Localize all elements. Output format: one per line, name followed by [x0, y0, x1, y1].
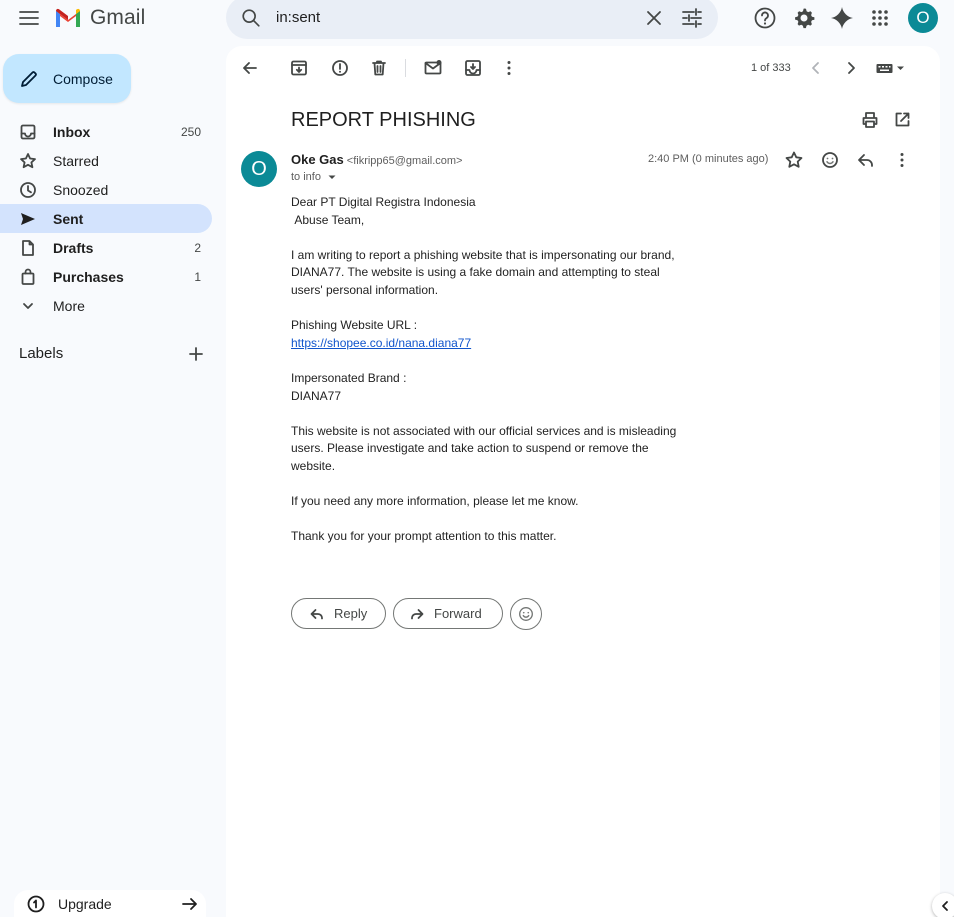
- body-paragraph: Thank you for your prompt attention to t…: [291, 529, 557, 544]
- chevron-left-icon: [942, 901, 948, 911]
- sidebar-item-starred[interactable]: Starred: [0, 146, 212, 175]
- unread-count: 250: [180, 124, 201, 139]
- reply-icon: [310, 608, 323, 619]
- emoji-reaction-icon[interactable]: [820, 150, 840, 170]
- sender-info: Oke Gas <fikripp65@gmail.com>: [291, 152, 462, 167]
- sender-email: <fikripp65@gmail.com>: [346, 155, 463, 167]
- body-paragraph: I am writing to report a phishing websit…: [291, 247, 678, 297]
- sidebar-item-drafts[interactable]: Drafts 2: [0, 233, 212, 262]
- compose-label: Compose: [53, 70, 113, 87]
- body-greeting-team: Abuse Team,: [291, 212, 365, 227]
- draft-count: 2: [194, 240, 201, 255]
- chevron-down-icon: [23, 302, 33, 309]
- more-vert-icon[interactable]: [499, 58, 519, 78]
- move-to-icon[interactable]: [463, 58, 483, 78]
- body-brand-label: Impersonated Brand :: [291, 370, 407, 385]
- print-icon[interactable]: [860, 110, 880, 130]
- body-greeting: Dear PT Digital Registra Indonesia: [291, 195, 476, 209]
- gemini-sparkle-icon[interactable]: [829, 5, 855, 31]
- star-icon: [20, 152, 36, 168]
- recipient-line[interactable]: to info: [291, 171, 337, 183]
- sidebar-item-label: More: [53, 297, 85, 314]
- email-view: 1 of 333 REPORT PHISHING O Oke Gas <fikri…: [226, 46, 940, 917]
- sidebar-item-label: Inbox: [53, 123, 91, 140]
- search-bar: [226, 0, 718, 39]
- apps-grid-icon[interactable]: [867, 5, 893, 31]
- gmail-m-icon: [56, 8, 80, 27]
- plus-icon[interactable]: [186, 344, 206, 364]
- recipient-label: to info: [291, 171, 321, 183]
- body-url-label: Phishing Website URL :: [291, 318, 418, 333]
- sidebar-item-label: Drafts: [53, 239, 94, 256]
- purchases-count: 1: [194, 269, 201, 284]
- forward-icon: [411, 608, 424, 619]
- hamburger-menu-icon: [19, 11, 39, 25]
- report-spam-icon[interactable]: [330, 58, 350, 78]
- sidebar-item-label: Purchases: [53, 268, 124, 285]
- star-icon[interactable]: [784, 150, 804, 170]
- search-icon[interactable]: [240, 7, 262, 29]
- clock-icon: [20, 181, 36, 198]
- gmail-logo[interactable]: Gmail: [54, 5, 145, 31]
- upgrade-label: Upgrade: [58, 895, 112, 912]
- phishing-url-link[interactable]: https://shopee.co.id/nana.diana77: [291, 336, 471, 350]
- reply-icon[interactable]: [856, 150, 876, 170]
- caret-down-icon: [328, 175, 336, 179]
- sidebar-item-label: Snoozed: [53, 181, 109, 198]
- sidebar-item-label: Starred: [53, 152, 99, 169]
- sidebar-item-purchases[interactable]: Purchases 1: [0, 262, 212, 291]
- upgrade-icon: [27, 895, 45, 912]
- reply-label: Reply: [334, 606, 368, 621]
- trash-icon[interactable]: [369, 58, 389, 78]
- email-subject: REPORT PHISHING: [291, 109, 476, 131]
- emoji-icon: [519, 607, 533, 621]
- main-menu-button[interactable]: [17, 6, 41, 30]
- pager-count: 1 of 333: [751, 62, 791, 74]
- email-timestamp: 2:40 PM (0 minutes ago): [648, 153, 769, 165]
- body-paragraph: This website is not associated with our …: [291, 423, 680, 473]
- reply-button[interactable]: Reply: [291, 598, 386, 629]
- forward-button[interactable]: Forward: [393, 598, 503, 629]
- chevron-right-icon[interactable]: [841, 58, 861, 78]
- labels-heading: Labels: [19, 345, 64, 362]
- sidebar-nav: Inbox 250 Starred Snoozed Sent Drafts 2 …: [0, 117, 212, 320]
- draft-icon: [22, 239, 34, 256]
- sender-name[interactable]: Oke Gas: [291, 152, 344, 167]
- open-new-window-icon[interactable]: [892, 110, 912, 130]
- sidebar-item-inbox[interactable]: Inbox 250: [0, 117, 212, 146]
- email-body: Dear PT Digital Registra Indonesia Abuse…: [291, 194, 691, 546]
- sidebar-item-label: Sent: [53, 210, 84, 227]
- body-paragraph: If you need any more information, please…: [291, 494, 579, 509]
- inbox-icon: [20, 124, 36, 139]
- side-panel-toggle[interactable]: [932, 893, 954, 917]
- close-icon[interactable]: [642, 6, 666, 30]
- keyboard-icon[interactable]: [875, 58, 907, 78]
- pencil-icon: [21, 70, 37, 87]
- app-name: Gmail: [90, 6, 146, 29]
- upgrade-button[interactable]: Upgrade: [14, 890, 206, 917]
- arrow-right-icon: [182, 898, 197, 910]
- emoji-reaction-button[interactable]: [510, 598, 542, 630]
- help-icon[interactable]: [752, 5, 778, 31]
- sidebar-item-more[interactable]: More: [0, 291, 212, 320]
- mark-unread-icon[interactable]: [423, 58, 443, 78]
- shopping-bag-icon: [21, 268, 35, 285]
- gear-icon[interactable]: [791, 5, 817, 31]
- search-options-icon[interactable]: [680, 6, 704, 30]
- sidebar-item-snoozed[interactable]: Snoozed: [0, 175, 212, 204]
- body-brand: DIANA77: [291, 388, 342, 403]
- forward-label: Forward: [434, 606, 482, 621]
- search-input[interactable]: [276, 6, 626, 28]
- toolbar-divider: [405, 59, 406, 77]
- sender-avatar[interactable]: O: [241, 151, 277, 187]
- back-arrow-icon[interactable]: [240, 58, 260, 78]
- archive-icon[interactable]: [289, 58, 309, 78]
- top-bar: Gmail O: [0, 0, 954, 39]
- send-icon: [21, 212, 35, 225]
- compose-button[interactable]: Compose: [3, 54, 131, 103]
- more-vert-icon[interactable]: [892, 150, 912, 170]
- chevron-left-icon[interactable]: [806, 58, 826, 78]
- account-avatar[interactable]: O: [908, 3, 938, 33]
- sidebar-item-sent[interactable]: Sent: [0, 204, 212, 233]
